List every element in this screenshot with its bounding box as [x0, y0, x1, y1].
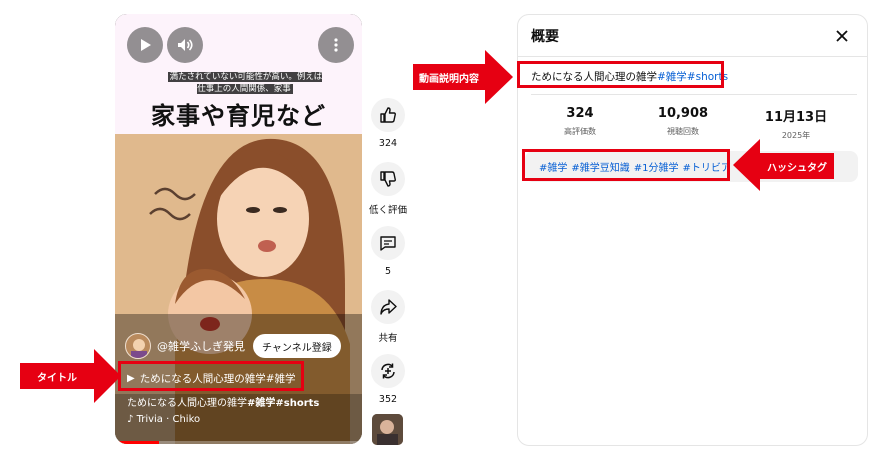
remix-button[interactable] [371, 354, 405, 388]
comment-icon [380, 236, 396, 251]
hashtag-highlight-box [522, 149, 730, 181]
share-label: 共有 [378, 333, 398, 344]
video-description-tags: #雑学#shorts [247, 398, 320, 409]
music-title: Trivia · Chiko [136, 414, 201, 425]
progress-fill [115, 441, 160, 444]
avatar-image [131, 339, 147, 358]
comment-button[interactable] [371, 226, 405, 260]
more-options-button[interactable] [318, 27, 354, 63]
remix-icon [381, 363, 395, 379]
like-button[interactable] [371, 98, 405, 132]
channel-name[interactable]: @雑学ふしぎ発見 [157, 338, 245, 354]
video-description[interactable]: ためになる人間心理の雑学#雑学#shorts [127, 394, 319, 409]
description-arrow [485, 50, 513, 104]
stat-label: 高評価数 [564, 127, 596, 136]
video-caption-large: 家事や育児など [151, 102, 326, 130]
remix-action[interactable]: 352 [364, 354, 412, 405]
panel-divider [518, 56, 867, 57]
more-vert-icon [334, 38, 338, 52]
share-icon [380, 299, 397, 315]
title-highlight-box [118, 361, 304, 391]
stat-value: 324 [566, 106, 594, 121]
subscribe-button[interactable]: チャンネル登録 [253, 334, 341, 358]
audio-thumbnail-image [372, 414, 403, 445]
panel-title: 概要 [531, 29, 559, 45]
channel-avatar[interactable] [125, 333, 151, 359]
stat-date: 11月13日 2025年 [751, 106, 841, 141]
music-note-icon: ♪ [127, 414, 134, 425]
stat-value: 11月13日 [764, 110, 828, 125]
video-description-text: ためになる人間心理の雑学 [127, 398, 247, 409]
volume-icon [178, 39, 193, 51]
share-action[interactable]: 共有 [364, 290, 412, 344]
close-icon [836, 30, 848, 42]
share-button[interactable] [371, 290, 405, 324]
channel-row: @雑学ふしぎ発見 チャンネル登録 [125, 333, 341, 359]
title-callout: タイトル [20, 363, 94, 389]
music-info[interactable]: ♪ Trivia · Chiko [127, 414, 200, 425]
dislike-button[interactable] [371, 162, 405, 196]
hashtag-arrow [733, 139, 760, 191]
remix-count: 352 [378, 394, 398, 405]
stat-likes: 324 高評価数 [535, 106, 625, 137]
like-count: 324 [378, 138, 398, 149]
stat-views: 10,908 視聴回数 [638, 106, 728, 137]
stat-value: 10,908 [657, 106, 709, 121]
comment-action[interactable]: 5 [364, 226, 412, 277]
comment-count: 5 [384, 266, 392, 277]
play-button[interactable] [127, 27, 163, 63]
video-caption-small: 満たされていない可能性が高い。例えば仕事上の人間関係、家事 [167, 72, 323, 94]
thumb-up-icon [380, 107, 396, 123]
panel-divider-2 [531, 94, 857, 95]
close-button[interactable] [829, 23, 855, 49]
progress-bar[interactable] [115, 441, 362, 444]
description-highlight-box [517, 61, 724, 88]
stat-label: 視聴回数 [667, 127, 699, 136]
like-action[interactable]: 324 [364, 98, 412, 149]
hashtag-callout: ハッシュタグ [760, 153, 834, 179]
dislike-label: 低く評価 [368, 205, 407, 216]
stat-label: 2025年 [781, 131, 811, 140]
description-callout: 動画説明内容 [413, 64, 485, 90]
audio-source-thumbnail[interactable] [372, 414, 403, 445]
dislike-action[interactable]: 低く評価 [364, 162, 412, 216]
title-arrow [94, 349, 121, 403]
thumb-down-icon [380, 171, 396, 187]
mute-button[interactable] [167, 27, 203, 63]
play-icon [141, 39, 151, 51]
